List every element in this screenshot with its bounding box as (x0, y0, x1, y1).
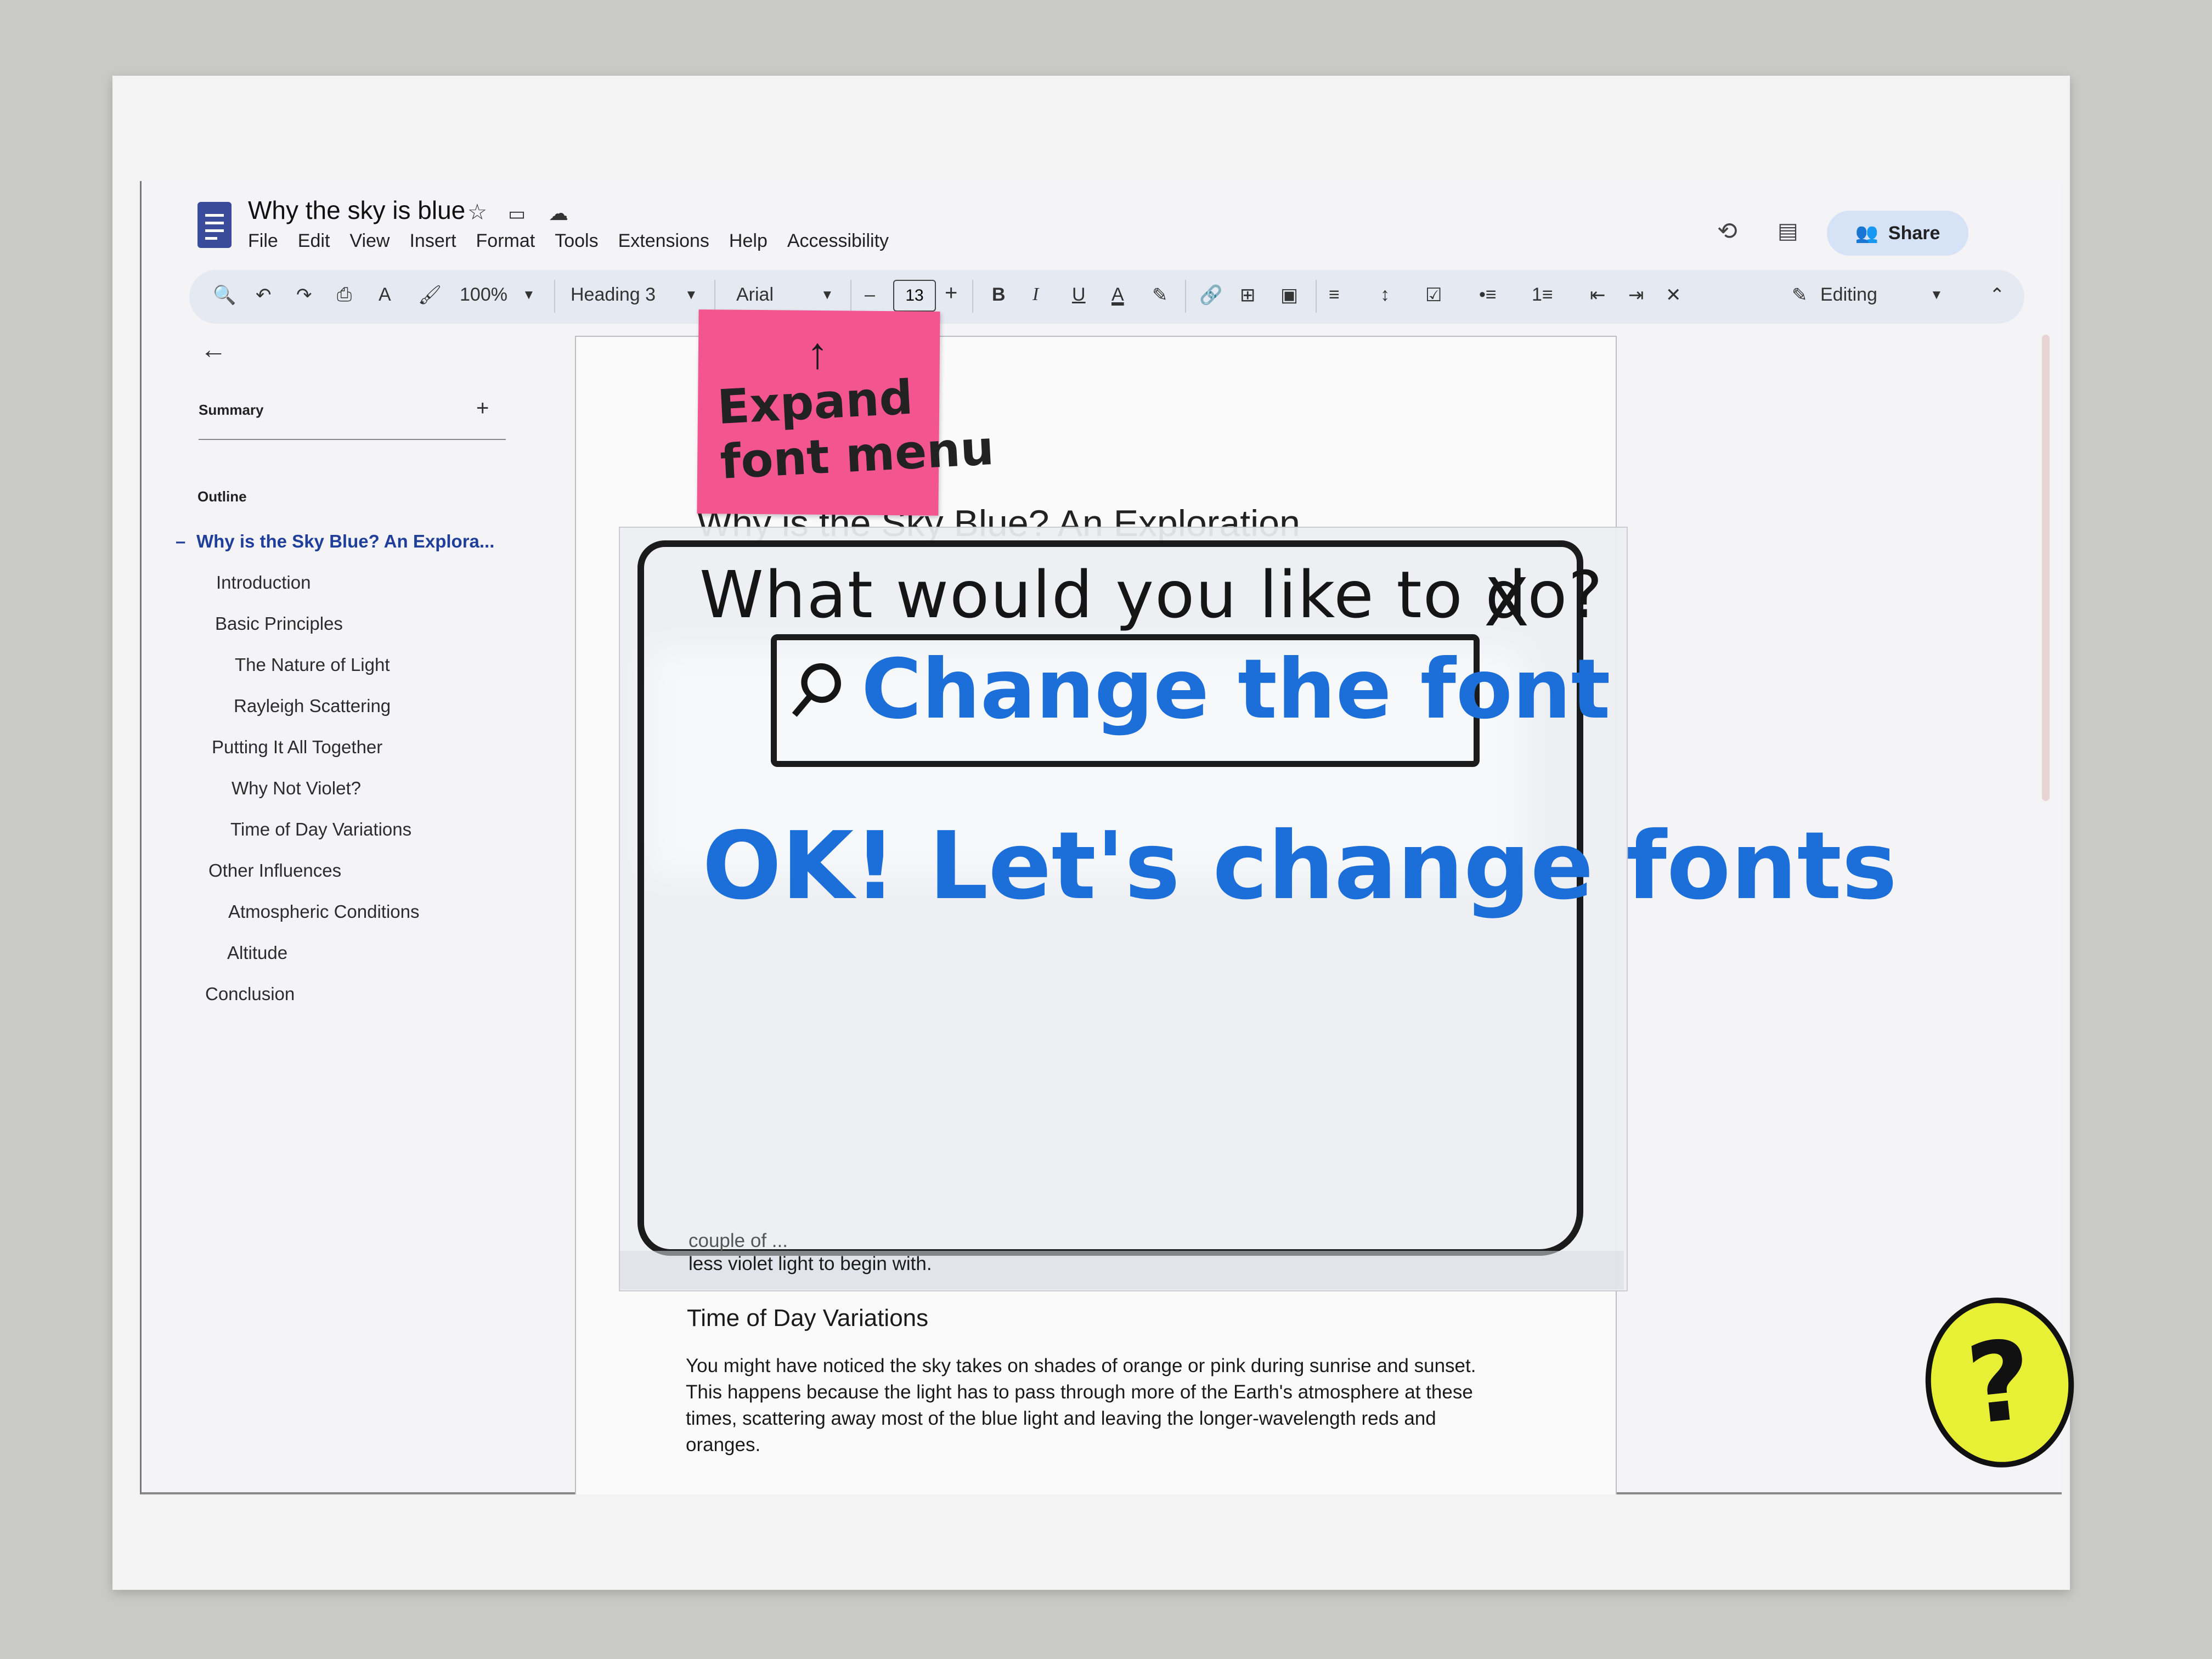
menu-view[interactable]: View (349, 230, 390, 252)
paint-format-icon[interactable]: 🖌 (418, 284, 442, 306)
share-button[interactable]: 👥 Share (1827, 211, 1968, 256)
outline-item[interactable]: Putting It All Together (212, 737, 382, 758)
document-title[interactable]: Why the sky is blue (248, 195, 465, 225)
decrease-indent-icon[interactable]: ⇤ (1590, 284, 1606, 306)
outline-item[interactable]: Altitude (227, 943, 287, 963)
menu-insert[interactable]: Insert (409, 230, 456, 252)
toolbar-divider (850, 280, 851, 313)
bold-icon[interactable]: B (992, 284, 1006, 306)
zoom-chevron-down-icon[interactable]: ▼ (522, 287, 535, 303)
outline-item[interactable]: Conclusion (205, 984, 295, 1005)
menu-bar: File Edit View Insert Format Tools Exten… (248, 230, 889, 252)
editing-mode-select[interactable]: Editing (1820, 284, 1877, 306)
search-menus-icon[interactable]: 🔍 (213, 284, 236, 306)
star-icon[interactable]: ☆ (467, 200, 487, 225)
summary-divider (199, 439, 506, 440)
active-outline-dash: – (176, 531, 186, 551)
outline-label: Outline (198, 488, 247, 505)
checklist-icon[interactable]: ☑ (1425, 284, 1442, 306)
hide-menus-chevron-up-icon[interactable]: ⌃ (1989, 284, 2005, 306)
font-chevron-down-icon[interactable]: ▼ (821, 287, 834, 303)
menu-tools[interactable]: Tools (555, 230, 598, 252)
underline-icon[interactable]: U (1072, 284, 1086, 306)
outline-item[interactable]: Why Not Violet? (232, 778, 361, 799)
paragraph-line: This happens because the light has to pa… (686, 1381, 1473, 1403)
close-icon[interactable]: X (1484, 565, 1529, 641)
add-comment-icon[interactable]: ⊞ (1240, 284, 1256, 306)
vertical-scrollbar[interactable] (2042, 335, 2050, 801)
outline-item[interactable]: The Nature of Light (235, 654, 390, 675)
redo-icon[interactable]: ↷ (296, 284, 312, 306)
print-icon[interactable]: ⎙ (337, 284, 352, 306)
up-arrow-icon: ↑ (806, 329, 828, 377)
version-history-icon[interactable]: ⟲ (1717, 217, 1737, 245)
sticky-note-text: Expand font menu (716, 366, 995, 490)
paragraph-fragment: couple of ... (689, 1230, 788, 1251)
menu-edit[interactable]: Edit (298, 230, 330, 252)
clear-formatting-icon[interactable]: ✕ (1666, 284, 1681, 306)
style-chevron-down-icon[interactable]: ▼ (685, 287, 698, 303)
increase-font-size-button[interactable]: + (945, 281, 957, 306)
section-heading: Time of Day Variations (687, 1305, 929, 1331)
paragraph-line: You might have noticed the sky takes on … (686, 1355, 1476, 1376)
comments-icon[interactable]: ▤ (1778, 218, 1798, 244)
back-arrow-icon[interactable]: ← (200, 335, 227, 365)
mode-chevron-down-icon[interactable]: ▼ (1930, 287, 1943, 303)
outline-item[interactable]: Introduction (216, 572, 311, 593)
outline-item[interactable]: Atmospheric Conditions (228, 901, 420, 922)
decrease-font-size-button[interactable]: – (865, 284, 875, 306)
menu-accessibility[interactable]: Accessibility (787, 230, 889, 252)
zoom-select[interactable]: 100% (460, 284, 507, 306)
font-size-input[interactable]: 13 (893, 280, 936, 312)
insert-link-icon[interactable]: 🔗 (1199, 284, 1222, 306)
menu-file[interactable]: File (248, 230, 278, 252)
menu-help[interactable]: Help (729, 230, 768, 252)
move-folder-icon[interactable]: ▭ (508, 203, 526, 225)
style-select[interactable]: Heading 3 (571, 284, 656, 306)
insert-image-icon[interactable]: ▣ (1280, 284, 1298, 306)
highlight-icon[interactable]: ✎ (1152, 284, 1168, 306)
outline-item[interactable]: Rayleigh Scattering (234, 696, 391, 716)
cloud-status-icon[interactable]: ☁ (549, 202, 568, 225)
menu-format[interactable]: Format (476, 230, 535, 252)
italic-icon[interactable]: I (1032, 284, 1039, 305)
toolbar-divider (554, 280, 555, 313)
menu-extensions[interactable]: Extensions (618, 230, 709, 252)
share-label: Share (1888, 222, 1940, 244)
docs-logo-icon[interactable] (198, 202, 232, 248)
assistant-query: Change the font (861, 642, 1611, 737)
bulleted-list-icon[interactable]: •≡ (1479, 284, 1497, 306)
outline-item[interactable]: Why is the Sky Blue? An Explora... (196, 531, 494, 552)
toolbar-divider (972, 280, 973, 313)
summary-label: Summary (199, 402, 264, 418)
spellcheck-icon[interactable]: A (379, 284, 391, 306)
align-icon[interactable]: ≡ (1329, 284, 1340, 306)
font-select[interactable]: Arial (736, 284, 774, 306)
people-icon: 👥 (1855, 223, 1878, 244)
pencil-icon: ✎ (1792, 285, 1808, 306)
paragraph-line: oranges. (686, 1434, 761, 1455)
paragraph-line: times, scattering away most of the blue … (686, 1408, 1436, 1429)
increase-indent-icon[interactable]: ⇥ (1628, 284, 1644, 306)
text-color-icon[interactable]: A (1111, 284, 1124, 306)
outline-item[interactable]: Basic Principles (215, 613, 343, 634)
add-summary-button[interactable]: + (476, 396, 489, 421)
toolbar-divider (1316, 280, 1317, 313)
section-paragraph: You might have noticed the sky takes on … (686, 1353, 1476, 1458)
assistant-reply: OK! Let's change fonts (702, 812, 1898, 921)
toolbar-divider (714, 280, 715, 313)
paragraph-fragment: less violet light to begin with. (689, 1253, 932, 1274)
toolbar-divider (1185, 280, 1186, 313)
undo-icon[interactable]: ↶ (256, 284, 272, 306)
outline-item[interactable]: Time of Day Variations (230, 819, 411, 840)
line-spacing-icon[interactable]: ↕ (1380, 284, 1390, 306)
dialog-prompt: What would you like to do? (699, 557, 1604, 633)
numbered-list-icon[interactable]: 1≡ (1532, 284, 1553, 306)
outline-item[interactable]: Other Influences (208, 860, 341, 881)
